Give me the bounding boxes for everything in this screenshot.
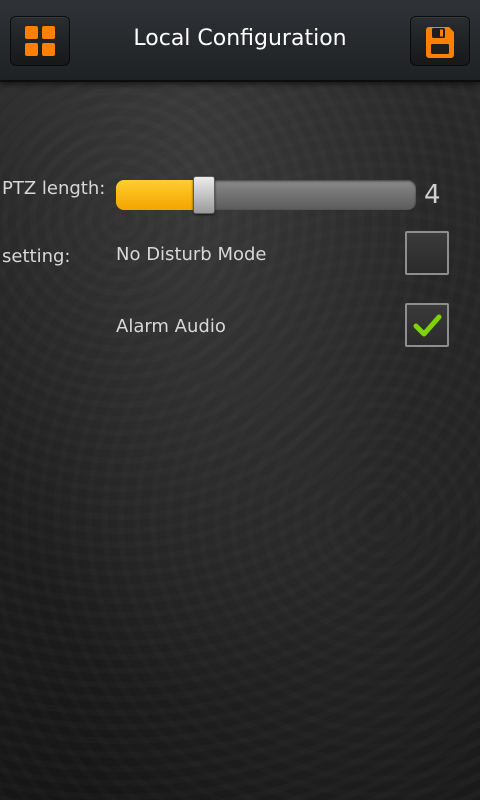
no-disturb-mode-checkbox[interactable]	[405, 231, 449, 275]
setting-label: setting:	[2, 246, 71, 267]
top-app-bar: Local Configuration	[0, 0, 480, 82]
ptz-length-label: PTZ length:	[2, 178, 106, 199]
save-disk-icon	[426, 27, 454, 58]
alarm-audio-label: Alarm Audio	[116, 316, 226, 337]
check-icon	[413, 314, 442, 337]
slider-thumb[interactable]	[193, 176, 215, 214]
slider-fill	[116, 180, 203, 210]
save-button[interactable]	[410, 16, 470, 66]
ptz-length-value: 4	[424, 180, 441, 210]
local-configuration-screen: Local Configuration PTZ length: 4 settin…	[0, 0, 480, 800]
alarm-audio-checkbox[interactable]	[405, 303, 449, 347]
page-title: Local Configuration	[133, 26, 347, 51]
ptz-length-slider[interactable]	[116, 176, 416, 214]
no-disturb-mode-label: No Disturb Mode	[116, 244, 267, 265]
